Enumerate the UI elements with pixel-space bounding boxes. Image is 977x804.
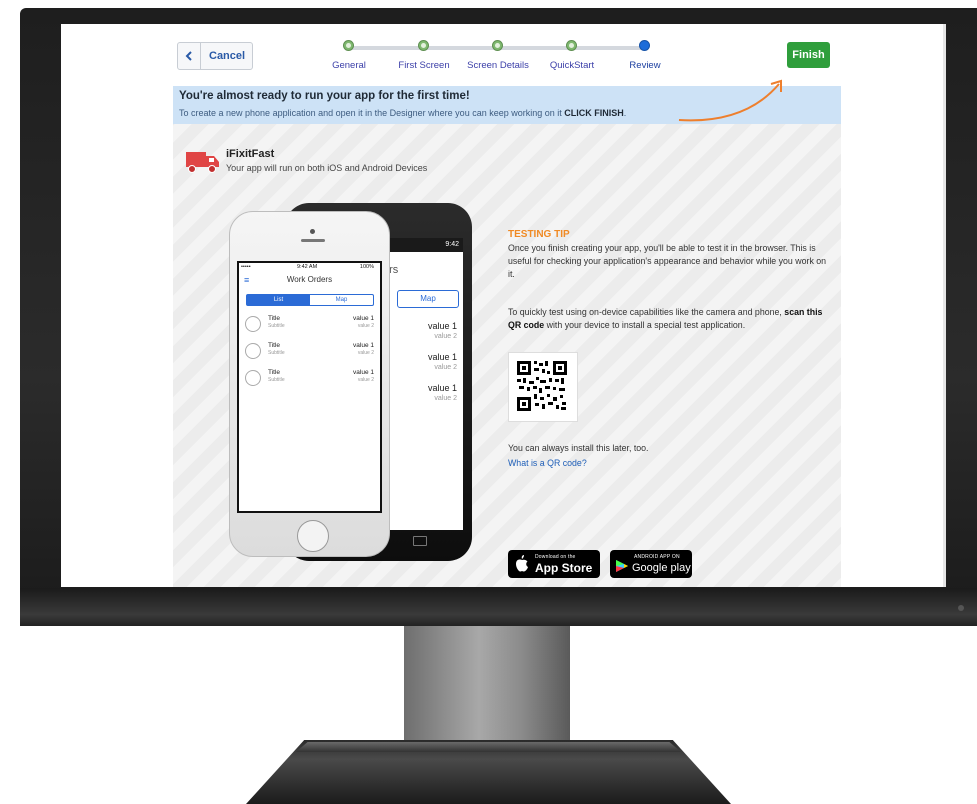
- item-value2: value 2: [357, 377, 374, 383]
- item-value2: value 2: [357, 323, 374, 329]
- appstore-big-text: App Store: [535, 561, 593, 575]
- item-title: Title: [268, 315, 281, 322]
- qr-instructions-end: with your device to install a special te…: [546, 320, 746, 330]
- cancel-label: Cancel: [209, 50, 246, 62]
- step-current-icon: [639, 40, 650, 51]
- status-time: 9:42 AM: [297, 264, 318, 270]
- arrow-to-finish-icon: [678, 79, 782, 122]
- android-row-value1: value 1: [427, 321, 457, 331]
- item-title: Title: [268, 342, 281, 349]
- power-indicator: [958, 605, 964, 611]
- android-map-tab: Map: [397, 290, 459, 308]
- testing-tip-title: TESTING TIP: [508, 229, 570, 240]
- iphone-speaker: [301, 239, 325, 242]
- banner-subtitle-text: To create a new phone application and op…: [179, 108, 562, 118]
- item-value1: value 1: [353, 369, 374, 376]
- testing-tip-paragraph: Once you finish creating your app, you'l…: [508, 243, 827, 279]
- finish-button[interactable]: Finish: [787, 42, 830, 68]
- truck-icon: [186, 152, 219, 173]
- signal-icon: •••••: [241, 264, 251, 270]
- item-subtitle: Subtitle: [268, 350, 285, 356]
- android-recent-apps-icon: [413, 536, 427, 546]
- item-title: Title: [268, 369, 281, 376]
- qr-instructions-start: To quickly test using on-device capabili…: [508, 307, 782, 317]
- iphone-segmented-control: List Map: [246, 294, 374, 306]
- app-store-badge[interactable]: Download on the App Store: [508, 550, 600, 578]
- qr-instructions: To quickly test using on-device capabili…: [508, 306, 828, 332]
- item-subtitle: Subtitle: [268, 377, 285, 383]
- google-play-icon: [616, 560, 628, 572]
- back-chevron-icon: [178, 43, 201, 69]
- iphone-screen-title: Work Orders: [286, 275, 333, 284]
- android-row-value1: value 1: [427, 383, 457, 393]
- step-label: Review: [629, 60, 661, 71]
- android-row-value2: value 2: [434, 364, 457, 371]
- item-value2: value 2: [357, 350, 374, 356]
- iphone-home-button: [297, 520, 329, 552]
- avatar-placeholder-icon: [245, 343, 261, 359]
- avatar-placeholder-icon: [245, 316, 261, 332]
- banner-subtitle-end: .: [623, 108, 627, 118]
- segment-map: Map: [335, 297, 348, 303]
- android-row-value2: value 2: [434, 333, 457, 340]
- google-play-badge[interactable]: ANDROID APP ON Google play: [610, 550, 692, 578]
- qr-code-icon: [517, 361, 567, 411]
- step-done-icon: [566, 40, 577, 51]
- appstore-small-text: Download on the: [535, 554, 576, 560]
- app-description: Your app will run on both iOS and Androi…: [226, 163, 428, 173]
- install-later-text: You can always install this later, too.: [508, 443, 649, 453]
- item-value1: value 1: [353, 315, 374, 322]
- segment-list: List: [247, 295, 310, 305]
- monitor-screen: Cancel General First Screen Screen Detai…: [61, 24, 946, 587]
- banner-subtitle: To create a new phone application and op…: [179, 108, 626, 118]
- iphone-camera: [310, 229, 315, 234]
- step-done-icon: [492, 40, 503, 51]
- qr-code-image: [508, 352, 578, 422]
- list-item: Title Subtitle value 1 value 2: [241, 368, 378, 390]
- avatar-placeholder-icon: [245, 370, 261, 386]
- list-item: Title Subtitle value 1 value 2: [241, 341, 378, 363]
- screen-edge: [943, 24, 946, 587]
- app-name: iFixitFast: [226, 148, 275, 160]
- banner-title: You're almost ready to run your app for …: [179, 90, 470, 102]
- item-subtitle: Subtitle: [268, 323, 285, 329]
- monitor-stand-neck: [404, 626, 570, 746]
- step-done-icon: [418, 40, 429, 51]
- banner-click-finish: CLICK FINISH: [564, 108, 624, 118]
- battery-icon: 100%: [359, 264, 374, 270]
- apple-icon: [516, 555, 528, 572]
- what-is-qr-link[interactable]: What is a QR code?: [508, 458, 587, 468]
- cancel-button[interactable]: Cancel: [177, 42, 253, 70]
- google-big-text: Google play: [632, 562, 691, 574]
- iphone-status-bar: ••••• 9:42 AM 100%: [241, 264, 378, 270]
- list-item: Title Subtitle value 1 value 2: [241, 314, 378, 336]
- monitor-stand-shine: [296, 742, 681, 752]
- monitor-chin: [20, 588, 977, 626]
- item-value1: value 1: [353, 342, 374, 349]
- android-row-value2: value 2: [434, 395, 457, 402]
- android-row-value1: value 1: [427, 352, 457, 362]
- google-small-text: ANDROID APP ON: [634, 554, 680, 560]
- step-done-icon: [343, 40, 354, 51]
